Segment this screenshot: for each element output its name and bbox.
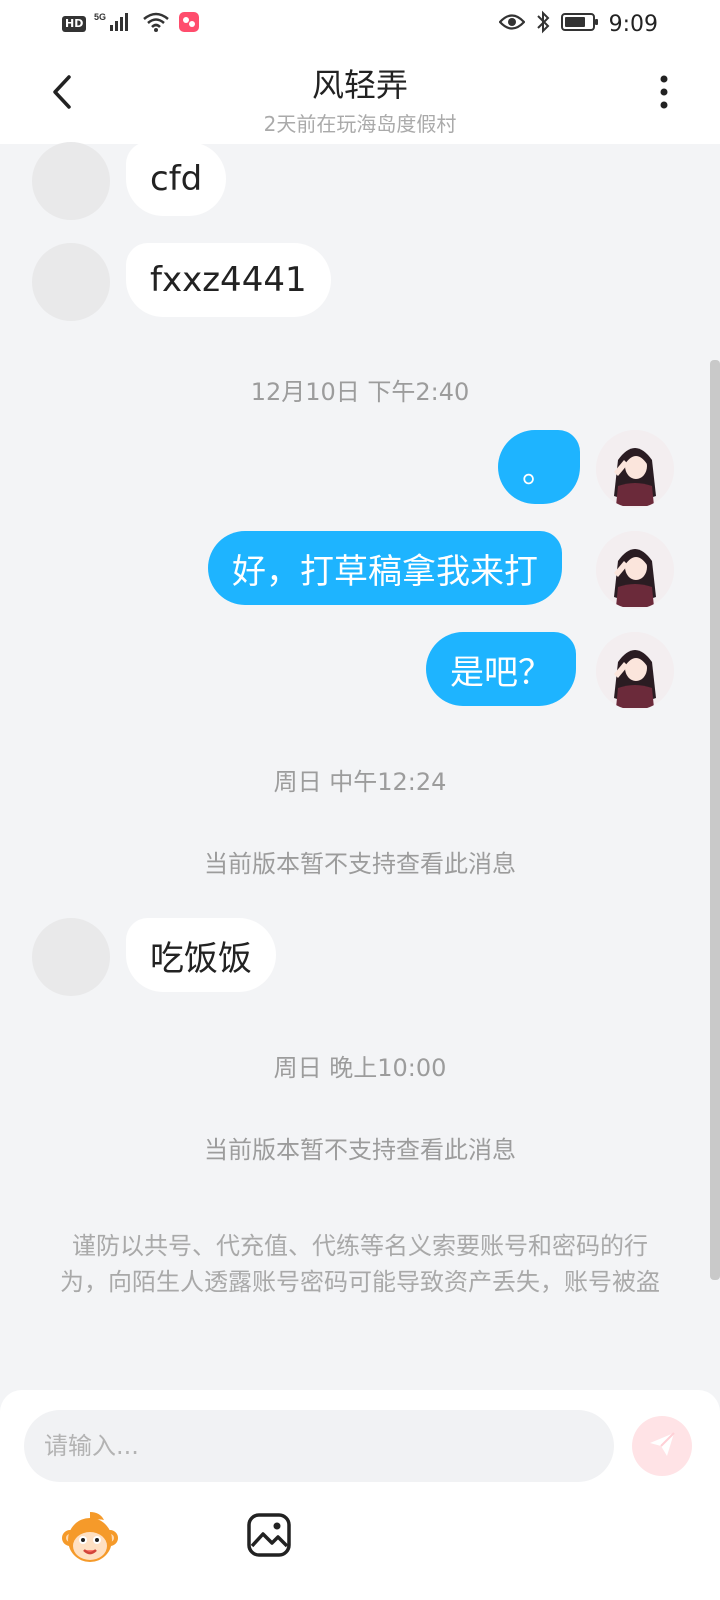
clock: 9:09: [608, 11, 658, 37]
message-text: cfd: [150, 159, 203, 199]
contact-avatar[interactable]: [32, 142, 110, 220]
timestamp: 周日 中午12:24: [273, 768, 447, 796]
my-avatar[interactable]: [596, 531, 674, 609]
svg-text:5G: 5G: [94, 12, 106, 22]
monkey-emoji-icon: [60, 1512, 120, 1572]
message-text: 。: [522, 450, 556, 491]
wifi-icon: [142, 11, 170, 37]
message-text: 吃饭饭: [150, 938, 252, 979]
chevron-left-icon: [50, 74, 74, 114]
message-input[interactable]: [24, 1410, 614, 1482]
anime-girl-avatar-icon: [596, 632, 674, 710]
anime-girl-avatar-icon: [596, 531, 674, 609]
unsupported-message-notice: 当前版本暂不支持查看此消息: [204, 1136, 516, 1164]
status-right: 9:09: [498, 10, 658, 38]
bluetooth-icon: [535, 10, 551, 38]
contact-avatar[interactable]: [32, 243, 110, 321]
image-button[interactable]: [246, 1512, 292, 1558]
contact-avatar[interactable]: [32, 918, 110, 996]
more-button[interactable]: [644, 70, 684, 118]
chat-subtitle: 2天前在玩海岛度假村: [263, 112, 457, 136]
message-bubble-outgoing[interactable]: 好，打草稿拿我来打: [208, 531, 562, 605]
eye-icon: [498, 13, 526, 35]
anime-girl-avatar-icon: [596, 430, 674, 508]
hd-badge: HD: [62, 16, 87, 32]
my-avatar[interactable]: [596, 632, 674, 710]
unsupported-message-notice: 当前版本暂不支持查看此消息: [204, 850, 516, 878]
send-icon: [647, 1429, 677, 1463]
my-avatar[interactable]: [596, 430, 674, 508]
message-bubble-incoming[interactable]: fxxz4441: [126, 243, 331, 317]
scrollbar[interactable]: [710, 360, 720, 1280]
status-bar: HD 5G 9:09: [0, 0, 720, 48]
message-text: 是吧？: [450, 652, 552, 693]
battery-icon: [560, 12, 599, 36]
status-left: HD 5G: [62, 12, 200, 36]
input-panel: [0, 1390, 720, 1600]
message-bubble-outgoing[interactable]: 。: [498, 430, 580, 504]
more-vertical-icon: [659, 74, 669, 114]
message-text: fxxz4441: [150, 260, 307, 300]
chat-title: 风轻弄: [311, 66, 408, 104]
message-bubble-outgoing[interactable]: 是吧？: [426, 632, 576, 706]
emoji-button[interactable]: [60, 1508, 120, 1568]
message-bubble-incoming[interactable]: 吃饭饭: [126, 918, 276, 992]
timestamp: 12月10日 下午2:40: [250, 378, 470, 406]
back-button[interactable]: [40, 70, 84, 118]
timestamp: 周日 晚上10:00: [273, 1054, 447, 1082]
image-icon: [246, 1513, 292, 1562]
message-text: 好，打草稿拿我来打: [232, 551, 538, 592]
security-warning: 谨防以共号、代充值、代练等名义索要账号和密码的行为，向陌生人透露账号密码可能导致…: [60, 1232, 660, 1296]
message-bubble-incoming[interactable]: cfd: [126, 142, 227, 216]
send-button[interactable]: [632, 1416, 692, 1476]
app-notification-icon: [178, 11, 200, 37]
signal-icon: 5G: [94, 11, 134, 37]
chat-header: 风轻弄 2天前在玩海岛度假村: [0, 48, 720, 144]
